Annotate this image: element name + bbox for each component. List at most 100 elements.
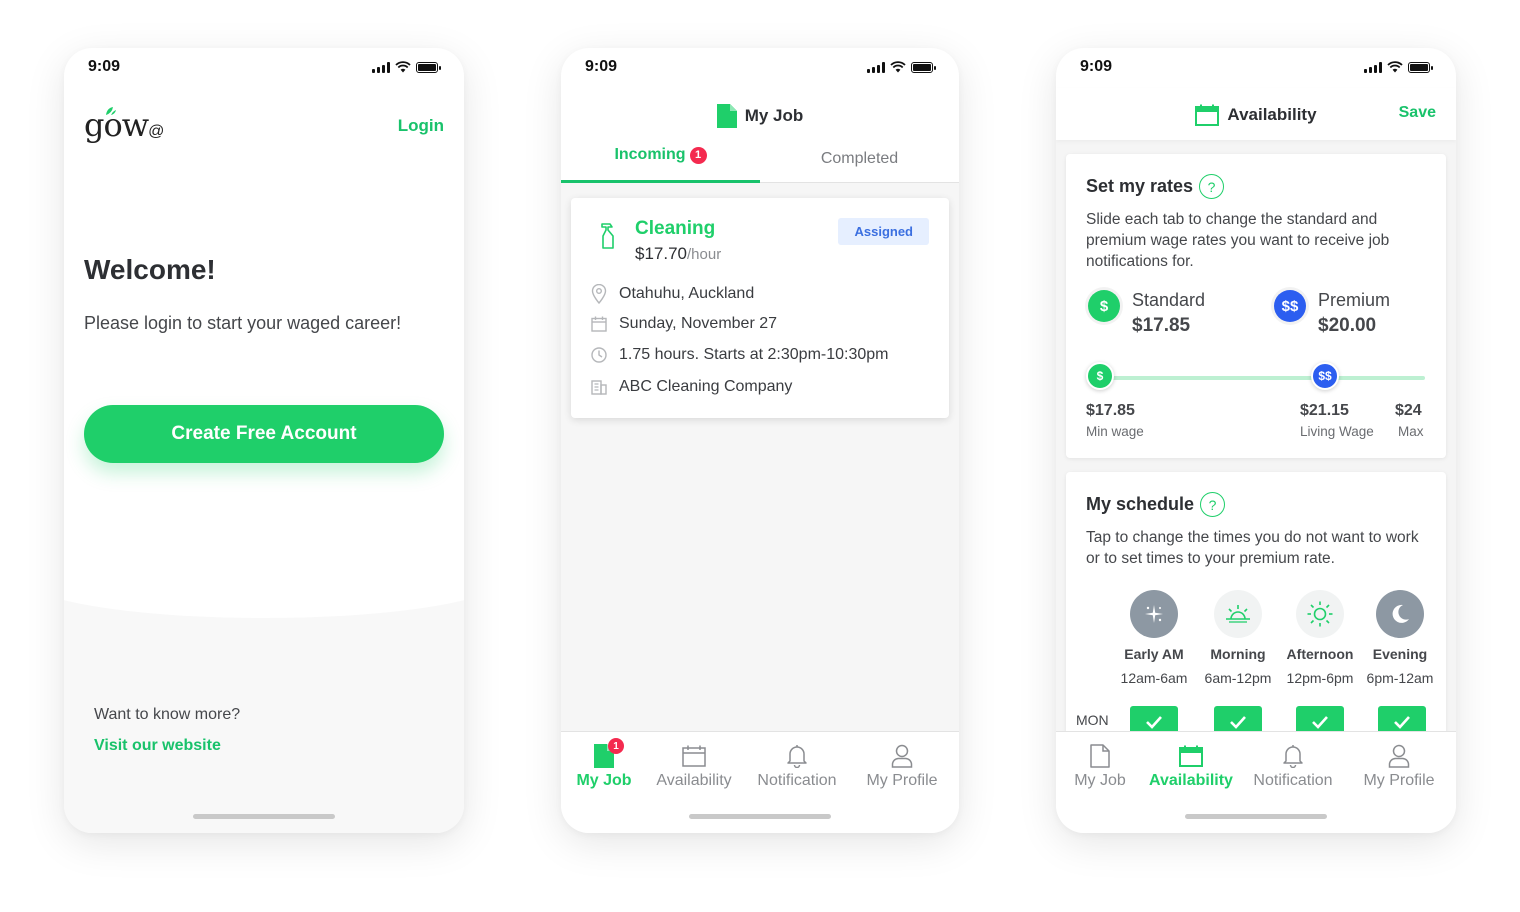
nav-my-profile-label: My Profile bbox=[866, 772, 938, 789]
nav-my-job-label: My Job bbox=[1074, 772, 1126, 789]
tab-completed-label: Completed bbox=[820, 150, 899, 167]
rate-slider-track[interactable] bbox=[1100, 376, 1425, 380]
nav-availability[interactable]: Availability bbox=[651, 740, 737, 790]
spray-bottle-icon bbox=[601, 223, 614, 249]
more-info-text: Want to know more? bbox=[94, 706, 241, 723]
building-icon bbox=[591, 380, 607, 395]
slot-name: Evening bbox=[1372, 646, 1428, 662]
job-rate-unit: /hour bbox=[687, 246, 722, 263]
min-wage-label: Min wage bbox=[1086, 424, 1144, 439]
mon-evening-checkbox[interactable] bbox=[1378, 706, 1426, 733]
job-rate-value: $17.70 bbox=[635, 244, 687, 263]
nav-my-job[interactable]: 1 My Job bbox=[575, 738, 633, 790]
bell-icon bbox=[1283, 745, 1303, 768]
job-location-row: Otahuhu, Auckland bbox=[591, 284, 754, 304]
dollar-icon: $ bbox=[1088, 290, 1120, 322]
help-icon[interactable]: ? bbox=[1199, 174, 1225, 199]
mon-early-am-checkbox[interactable] bbox=[1130, 706, 1178, 733]
schedule-card: My schedule? Tap to change the times you… bbox=[1066, 472, 1446, 733]
logo-suffix: @ bbox=[148, 123, 164, 140]
home-indicator bbox=[193, 814, 335, 819]
rates-description: Slide each tab to change the standard an… bbox=[1086, 211, 1390, 270]
nav-my-job-label: My Job bbox=[576, 772, 632, 789]
standard-rate: $ Standard $17.85 bbox=[1088, 290, 1205, 337]
login-link[interactable]: Login bbox=[398, 116, 444, 136]
nav-notification[interactable]: Notification bbox=[753, 740, 841, 790]
slot-early-am[interactable]: Early AM 12am-6am bbox=[1114, 590, 1194, 686]
nav-availability[interactable]: Availability bbox=[1148, 740, 1234, 790]
job-list: Cleaning $17.70/hour Assigned Otahuhu, A… bbox=[561, 183, 959, 733]
max-label: Max bbox=[1398, 424, 1424, 439]
signal-icon bbox=[867, 61, 885, 73]
signal-icon bbox=[372, 61, 390, 73]
slot-afternoon[interactable]: Afternoon 12pm-6pm bbox=[1280, 590, 1360, 686]
visit-website-link[interactable]: Visit our website bbox=[94, 737, 221, 755]
status-bar: 9:09 bbox=[1056, 48, 1456, 88]
status-icons bbox=[1364, 61, 1433, 73]
nav-availability-label: Availability bbox=[656, 772, 732, 789]
sparkle-icon bbox=[1130, 590, 1178, 638]
tab-completed[interactable]: Completed bbox=[760, 146, 959, 182]
help-icon[interactable]: ? bbox=[1200, 492, 1226, 517]
mon-afternoon-checkbox[interactable] bbox=[1296, 706, 1344, 733]
page-title-text: Availability bbox=[1227, 105, 1317, 124]
nav-my-job-badge: 1 bbox=[608, 738, 624, 754]
wifi-icon bbox=[1387, 61, 1403, 73]
slot-evening[interactable]: Evening 6pm-12am bbox=[1360, 590, 1440, 686]
leaf-icon bbox=[106, 107, 116, 115]
nav-my-profile[interactable]: My Profile bbox=[1360, 740, 1438, 790]
premium-slider-handle[interactable]: $$ bbox=[1311, 362, 1339, 390]
phone-welcome-screen: 9:09 gow@ Login Welcome! Please login to… bbox=[64, 48, 464, 833]
premium-rate-value: $20.00 bbox=[1318, 315, 1377, 336]
create-account-button[interactable]: Create Free Account bbox=[84, 405, 444, 463]
job-company: ABC Cleaning Company bbox=[619, 378, 793, 395]
tab-incoming[interactable]: Incoming 1 bbox=[561, 146, 760, 183]
premium-rate: $$ Premium $20.00 bbox=[1274, 290, 1390, 337]
nav-notification-label: Notification bbox=[757, 772, 837, 789]
nav-my-job[interactable]: My Job bbox=[1070, 740, 1130, 790]
page-title-text: My Job bbox=[744, 106, 804, 125]
location-pin-icon bbox=[591, 284, 607, 304]
mon-morning-checkbox[interactable] bbox=[1214, 706, 1262, 733]
check-icon bbox=[1394, 716, 1410, 729]
job-card[interactable]: Cleaning $17.70/hour Assigned Otahuhu, A… bbox=[571, 198, 949, 418]
premium-rate-label: Premium bbox=[1318, 290, 1391, 310]
wifi-icon bbox=[890, 61, 906, 73]
rates-heading-text: Set my rates bbox=[1086, 176, 1194, 196]
status-icons bbox=[867, 61, 936, 73]
slot-name: Morning bbox=[1210, 646, 1266, 662]
nav-my-profile[interactable]: My Profile bbox=[863, 740, 941, 790]
status-icons bbox=[372, 61, 441, 73]
slot-name: Early AM bbox=[1124, 646, 1184, 662]
save-button[interactable]: Save bbox=[1399, 104, 1436, 122]
nav-notification[interactable]: Notification bbox=[1249, 740, 1337, 790]
rates-heading: Set my rates? bbox=[1086, 174, 1225, 199]
nav-my-profile-label: My Profile bbox=[1363, 772, 1435, 789]
slot-name: Afternoon bbox=[1286, 646, 1354, 662]
status-bar: 9:09 bbox=[561, 48, 959, 88]
job-hours: 1.75 hours. Starts at 2:30pm-10:30pm bbox=[619, 346, 889, 363]
app-logo: gow@ bbox=[84, 106, 164, 144]
status-time: 9:09 bbox=[88, 58, 121, 75]
standard-slider-handle[interactable]: $ bbox=[1086, 362, 1114, 390]
phone-availability-screen: 9:09 Availability Save Set my rates? Sli… bbox=[1056, 48, 1456, 833]
slot-morning[interactable]: Morning 6am-12pm bbox=[1198, 590, 1278, 686]
schedule-description: Tap to change the times you do not want … bbox=[1086, 529, 1419, 567]
job-tabs: Incoming 1 Completed bbox=[561, 146, 959, 183]
slot-hours: 6am-12pm bbox=[1204, 670, 1272, 686]
standard-rate-label: Standard bbox=[1132, 290, 1206, 310]
page-title: Availability bbox=[1056, 104, 1456, 126]
check-icon bbox=[1312, 716, 1328, 729]
bottom-nav: My Job Availability Notification My Prof… bbox=[1056, 731, 1456, 833]
welcome-subtitle: Please login to start your waged career! bbox=[84, 313, 402, 333]
check-icon bbox=[1146, 716, 1162, 729]
clock-icon bbox=[591, 347, 607, 363]
status-bar: 9:09 bbox=[64, 48, 464, 88]
check-icon bbox=[1230, 716, 1246, 729]
calendar-icon bbox=[682, 745, 706, 767]
person-icon bbox=[1388, 744, 1410, 768]
sun-icon bbox=[1296, 590, 1344, 638]
page-header: My Job Incoming 1 Completed bbox=[561, 88, 959, 183]
phone-my-job-screen: 9:09 My Job Incoming 1 Completed Cleaning… bbox=[561, 48, 959, 833]
status-time: 9:09 bbox=[1080, 58, 1113, 75]
